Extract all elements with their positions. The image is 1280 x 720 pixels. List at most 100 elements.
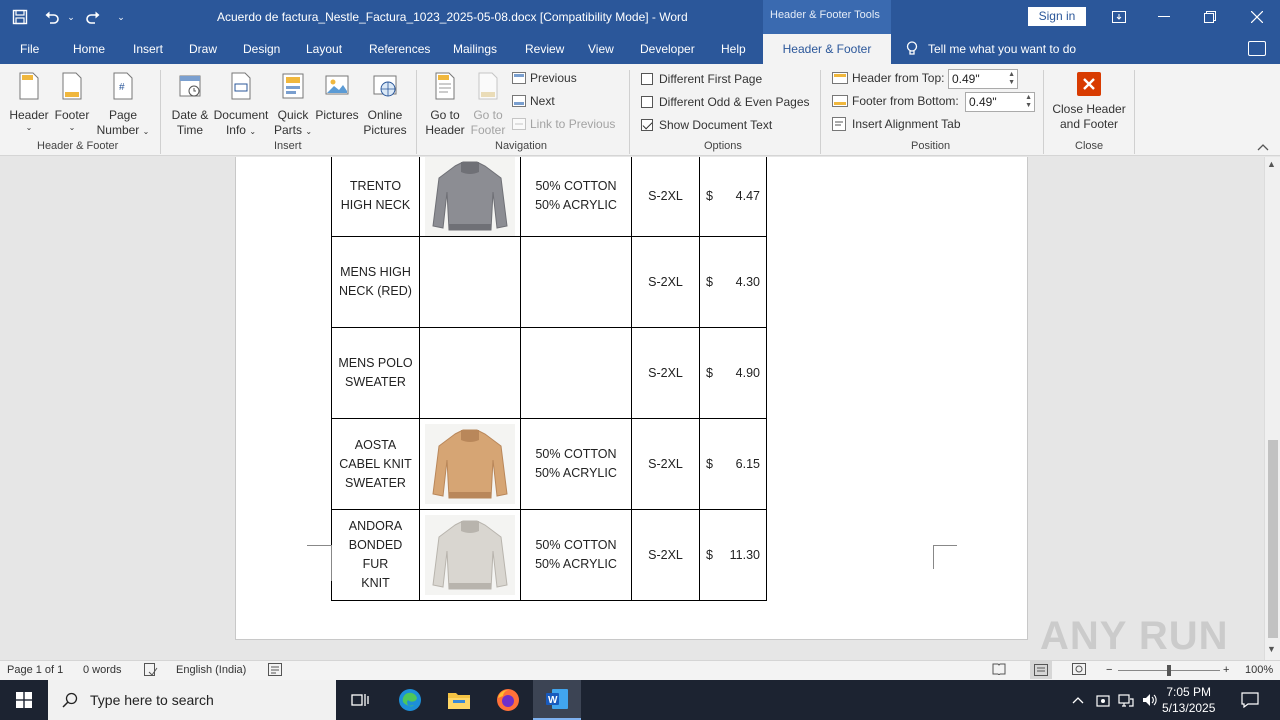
taskbar-search-box[interactable]: Type here to search [48,680,336,720]
previous-button[interactable]: Previous [512,71,577,85]
footer-from-bottom-input[interactable]: 0.49" ▲ ▼ [965,92,1035,112]
product-image-cell[interactable] [419,509,521,601]
header-button[interactable]: Header ⌄ [8,72,50,132]
go-to-footer-button[interactable]: Go to Footer [466,72,510,138]
tab-header-footer[interactable]: Header & Footer [763,34,891,64]
collapse-ribbon-icon[interactable] [1257,140,1269,154]
tab-mailings[interactable]: Mailings [453,42,497,56]
proofing-icon[interactable] [144,663,158,679]
print-layout-icon[interactable] [1030,661,1052,679]
tab-developer[interactable]: Developer [640,42,695,56]
product-material-cell[interactable] [520,236,632,328]
document-info-button[interactable]: Document Info ⌄ [212,72,270,139]
word-count[interactable]: 0 words [83,664,122,676]
product-image-cell[interactable] [419,418,521,510]
task-view-icon[interactable] [336,680,384,720]
scrollbar-thumb[interactable] [1268,440,1278,638]
product-name-cell[interactable]: TRENTO HIGH NECK [331,157,420,237]
zoom-in-button[interactable]: + [1223,664,1229,676]
ribbon-display-options-icon[interactable] [1096,0,1142,34]
scroll-down-icon[interactable]: ▼ [1267,644,1276,654]
product-image-cell[interactable] [419,157,521,237]
product-size-cell[interactable]: S-2XL [631,327,700,419]
quick-parts-button[interactable]: Quick Parts ⌄ [272,72,314,139]
tab-references[interactable]: References [369,42,430,56]
go-to-header-button[interactable]: Go to Header [422,72,468,138]
show-hidden-icons-icon[interactable] [1066,680,1090,720]
vertical-scrollbar[interactable]: ▲ ▼ [1264,157,1280,660]
accessibility-icon[interactable] [268,663,282,679]
zoom-slider-thumb[interactable] [1167,665,1171,676]
tab-insert[interactable]: Insert [133,42,163,56]
product-image-cell[interactable] [419,327,521,419]
product-price-cell[interactable]: $4.47 [699,157,767,237]
start-windows-icon[interactable] [0,680,48,720]
edge-browser-icon[interactable] [386,680,434,720]
network-icon[interactable] [1115,680,1137,720]
customize-toolbar-icon[interactable]: ⌄ [108,0,134,34]
save-icon[interactable] [0,0,40,34]
volume-icon[interactable] [1139,680,1161,720]
tab-view[interactable]: View [588,42,614,56]
header-from-top-input[interactable]: 0.49" ▲ ▼ [948,69,1018,89]
different-first-page-checkbox[interactable] [641,73,653,85]
scroll-up-icon[interactable]: ▲ [1267,159,1276,169]
product-price-cell[interactable]: $6.15 [699,418,767,510]
product-name-cell[interactable]: ANDORA BONDED FUR KNIT [331,509,420,601]
product-name-cell[interactable]: AOSTA CABEL KNIT SWEATER [331,418,420,510]
spin-arrows-icon[interactable]: ▲ ▼ [1008,71,1015,87]
product-material-cell[interactable] [520,327,632,419]
security-icon[interactable] [1092,680,1114,720]
file-explorer-icon[interactable] [435,680,483,720]
tell-me-search[interactable]: Tell me what you want to do [906,41,1076,57]
link-to-previous-button[interactable]: Link to Previous [512,117,615,131]
show-document-text-option[interactable]: Show Document Text [641,118,772,132]
close-window-icon[interactable] [1234,0,1280,34]
web-layout-icon[interactable] [1072,663,1086,678]
tab-file[interactable]: File [20,42,39,56]
different-odd-even-checkbox[interactable] [641,96,653,108]
product-price-cell[interactable]: $11.30 [699,509,767,601]
product-material-cell[interactable]: 50% COTTON 50% ACRYLIC [520,157,632,237]
tab-help[interactable]: Help [721,42,746,56]
language-indicator[interactable]: English (India) [176,664,246,676]
spin-arrows-icon[interactable]: ▲ ▼ [1025,94,1032,110]
tab-review[interactable]: Review [525,42,564,56]
product-price-cell[interactable]: $4.30 [699,236,767,328]
tab-draw[interactable]: Draw [189,42,217,56]
show-document-text-checkbox[interactable] [641,119,653,131]
notifications-icon[interactable] [1226,680,1274,720]
system-clock[interactable]: 7:05 PM 5/13/2025 [1162,684,1215,716]
zoom-out-button[interactable]: − [1106,664,1112,676]
redo-icon[interactable] [78,0,108,34]
firefox-icon[interactable] [484,680,532,720]
page-count[interactable]: Page 1 of 1 [7,664,63,676]
product-price-cell[interactable]: $4.90 [699,327,767,419]
product-name-cell[interactable]: MENS POLO SWEATER [331,327,420,419]
product-size-cell[interactable]: S-2XL [631,509,700,601]
product-material-cell[interactable]: 50% COTTON 50% ACRYLIC [520,509,632,601]
page-number-button[interactable]: # Page Number ⌄ [93,72,153,139]
restore-icon[interactable] [1187,0,1233,34]
pictures-button[interactable]: Pictures [314,72,360,123]
footer-button[interactable]: Footer ⌄ [51,72,93,132]
online-pictures-button[interactable]: Online Pictures [362,72,408,138]
sign-in-button[interactable]: Sign in [1028,7,1086,26]
product-material-cell[interactable]: 50% COTTON 50% ACRYLIC [520,418,632,510]
different-first-page-option[interactable]: Different First Page [641,72,762,86]
different-odd-even-option[interactable]: Different Odd & Even Pages [641,95,810,109]
date-time-button[interactable]: Date & Time [166,72,214,138]
undo-dropdown[interactable]: ⌄ [64,0,78,34]
product-size-cell[interactable]: S-2XL [631,236,700,328]
product-size-cell[interactable]: S-2XL [631,418,700,510]
zoom-level[interactable]: 100% [1245,664,1273,676]
tab-home[interactable]: Home [73,42,105,56]
next-button[interactable]: Next [512,94,555,108]
word-taskbar-icon[interactable]: W [533,680,581,720]
read-mode-icon[interactable] [992,663,1006,678]
undo-icon[interactable] [40,0,64,34]
insert-alignment-tab-button[interactable]: Insert Alignment Tab [832,117,961,131]
minimize-icon[interactable] [1141,0,1187,34]
comments-icon[interactable] [1248,41,1266,56]
product-image-cell[interactable] [419,236,521,328]
